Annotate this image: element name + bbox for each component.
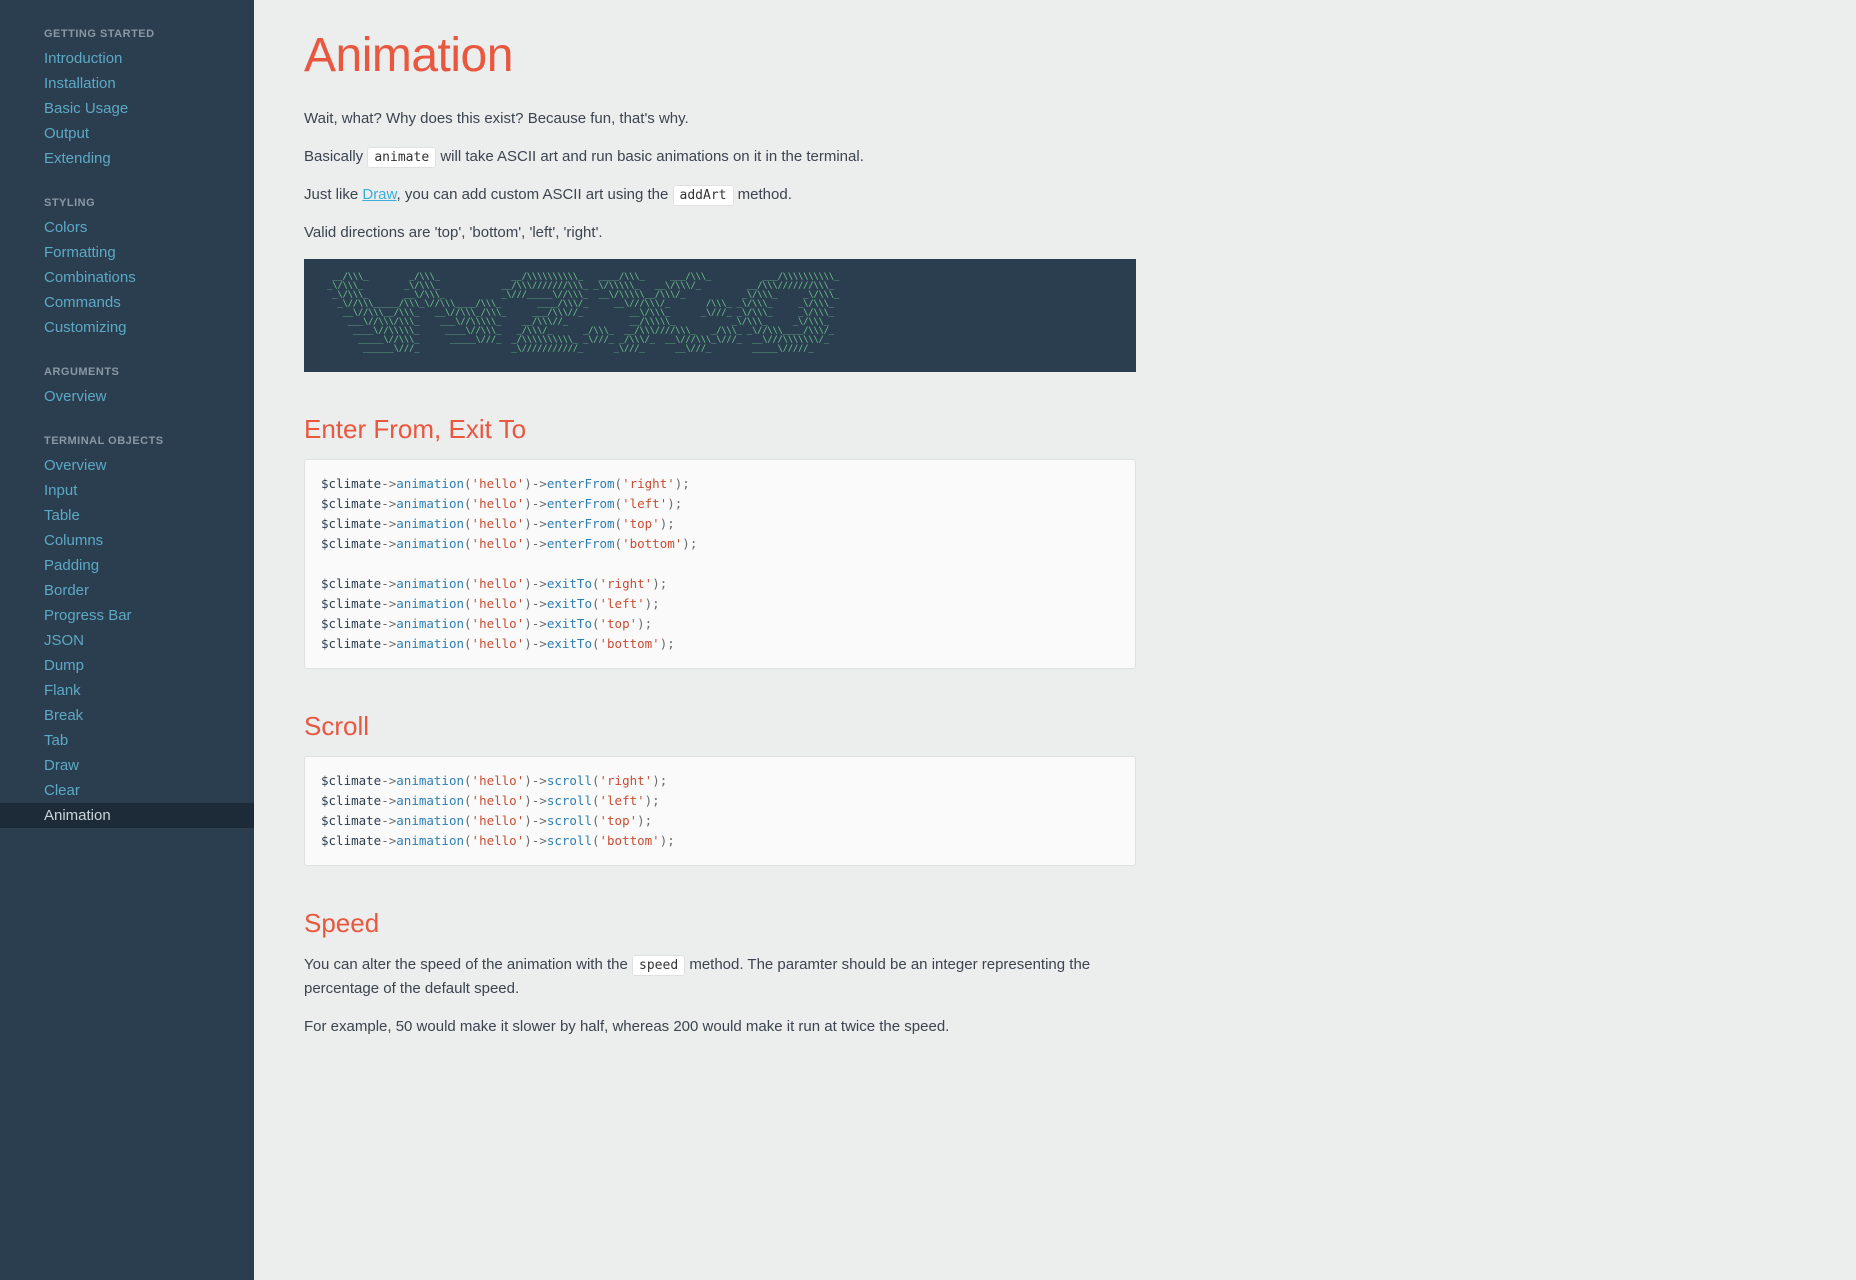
sidebar-link[interactable]: Output: [0, 121, 254, 146]
sidebar-link[interactable]: Colors: [0, 215, 254, 240]
sidebar-item-table[interactable]: Table: [0, 503, 254, 528]
sidebar-item-json[interactable]: JSON: [0, 628, 254, 653]
sidebar-section-title: ARGUMENTS: [0, 356, 254, 384]
sidebar-link[interactable]: Draw: [0, 753, 254, 778]
sidebar-item-progress-bar[interactable]: Progress Bar: [0, 603, 254, 628]
sidebar-link[interactable]: Overview: [0, 384, 254, 409]
sidebar-item-tab[interactable]: Tab: [0, 728, 254, 753]
sidebar-item-dump[interactable]: Dump: [0, 653, 254, 678]
sidebar-link[interactable]: Extending: [0, 146, 254, 171]
sidebar-link[interactable]: Combinations: [0, 265, 254, 290]
sidebar-item-flank[interactable]: Flank: [0, 678, 254, 703]
sidebar-item-draw[interactable]: Draw: [0, 753, 254, 778]
code-block-scroll: $climate->animation('hello')->scroll('ri…: [304, 756, 1136, 866]
sidebar-item-commands[interactable]: Commands: [0, 290, 254, 315]
sidebar-link[interactable]: Formatting: [0, 240, 254, 265]
intro-paragraph-3: Just like Draw, you can add custom ASCII…: [304, 183, 1136, 207]
sidebar-link[interactable]: Columns: [0, 528, 254, 553]
sidebar-item-break[interactable]: Break: [0, 703, 254, 728]
intro-paragraph-4: Valid directions are 'top', 'bottom', 'l…: [304, 221, 1136, 245]
sidebar-link[interactable]: Commands: [0, 290, 254, 315]
sidebar-link[interactable]: Dump: [0, 653, 254, 678]
heading-speed: Speed: [304, 908, 1136, 939]
heading-enter-exit: Enter From, Exit To: [304, 414, 1136, 445]
sidebar-item-installation[interactable]: Installation: [0, 71, 254, 96]
sidebar-link[interactable]: Installation: [0, 71, 254, 96]
sidebar-link[interactable]: Animation: [0, 803, 254, 828]
code-block-enter-exit: $climate->animation('hello')->enterFrom(…: [304, 459, 1136, 669]
sidebar-section-title: GETTING STARTED: [0, 18, 254, 46]
sidebar-item-columns[interactable]: Columns: [0, 528, 254, 553]
sidebar-item-extending[interactable]: Extending: [0, 146, 254, 171]
sidebar-link[interactable]: Input: [0, 478, 254, 503]
text: will take ASCII art and run basic animat…: [436, 148, 864, 165]
heading-scroll: Scroll: [304, 711, 1136, 742]
sidebar-link[interactable]: Break: [0, 703, 254, 728]
sidebar-link[interactable]: Tab: [0, 728, 254, 753]
inline-code-animate: animate: [367, 147, 436, 168]
text: Basically: [304, 148, 367, 165]
sidebar-item-output[interactable]: Output: [0, 121, 254, 146]
ascii-art-animation: __/\\\_ _/\\\_ __/\\\\\\\\\\_ ____/\\\_ …: [304, 259, 1136, 372]
sidebar-section-title: TERMINAL OBJECTS: [0, 425, 254, 453]
sidebar-link[interactable]: JSON: [0, 628, 254, 653]
sidebar-link[interactable]: Overview: [0, 453, 254, 478]
sidebar-link[interactable]: Flank: [0, 678, 254, 703]
sidebar-link[interactable]: Introduction: [0, 46, 254, 71]
sidebar-link[interactable]: Padding: [0, 553, 254, 578]
sidebar-item-animation[interactable]: Animation: [0, 803, 254, 828]
inline-code-speed: speed: [632, 955, 685, 976]
sidebar: GETTING STARTEDIntroductionInstallationB…: [0, 0, 254, 1280]
sidebar-item-overview[interactable]: Overview: [0, 384, 254, 409]
sidebar-item-customizing[interactable]: Customizing: [0, 315, 254, 340]
link-draw[interactable]: Draw: [362, 186, 396, 203]
inline-code-addart: addArt: [673, 185, 734, 206]
intro-paragraph-2: Basically animate will take ASCII art an…: [304, 145, 1136, 169]
sidebar-link[interactable]: Border: [0, 578, 254, 603]
text: Just like: [304, 186, 362, 203]
sidebar-link[interactable]: Basic Usage: [0, 96, 254, 121]
sidebar-item-border[interactable]: Border: [0, 578, 254, 603]
sidebar-item-input[interactable]: Input: [0, 478, 254, 503]
sidebar-item-formatting[interactable]: Formatting: [0, 240, 254, 265]
sidebar-item-introduction[interactable]: Introduction: [0, 46, 254, 71]
sidebar-item-combinations[interactable]: Combinations: [0, 265, 254, 290]
sidebar-section-title: STYLING: [0, 187, 254, 215]
sidebar-item-colors[interactable]: Colors: [0, 215, 254, 240]
text: method.: [734, 186, 792, 203]
sidebar-link[interactable]: Customizing: [0, 315, 254, 340]
sidebar-item-overview[interactable]: Overview: [0, 453, 254, 478]
page-title: Animation: [304, 28, 1136, 83]
text: You can alter the speed of the animation…: [304, 956, 632, 973]
main-content: Animation Wait, what? Why does this exis…: [254, 0, 1856, 1280]
sidebar-link[interactable]: Table: [0, 503, 254, 528]
sidebar-item-clear[interactable]: Clear: [0, 778, 254, 803]
sidebar-item-basic-usage[interactable]: Basic Usage: [0, 96, 254, 121]
text: , you can add custom ASCII art using the: [397, 186, 673, 203]
sidebar-link[interactable]: Progress Bar: [0, 603, 254, 628]
intro-paragraph-1: Wait, what? Why does this exist? Because…: [304, 107, 1136, 131]
speed-paragraph-2: For example, 50 would make it slower by …: [304, 1015, 1136, 1039]
sidebar-link[interactable]: Clear: [0, 778, 254, 803]
speed-paragraph-1: You can alter the speed of the animation…: [304, 953, 1136, 1001]
sidebar-item-padding[interactable]: Padding: [0, 553, 254, 578]
